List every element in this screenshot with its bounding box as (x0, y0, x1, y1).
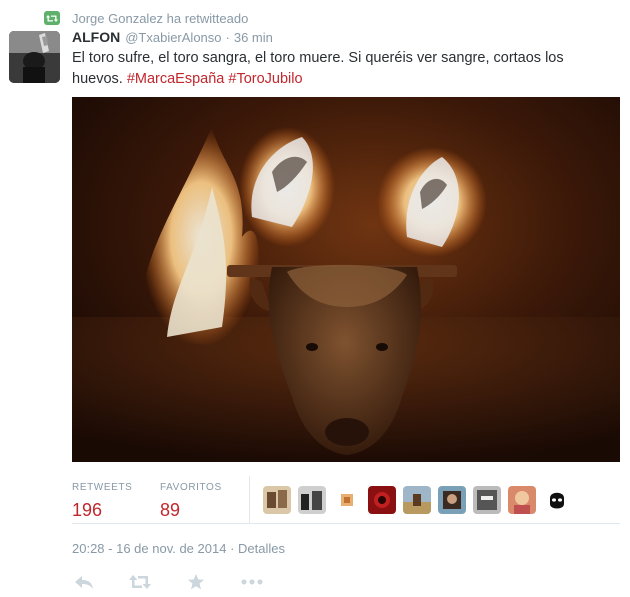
favorites-label: FAVORITOS (160, 482, 222, 493)
avatar[interactable] (263, 486, 291, 514)
retweet-icon[interactable] (128, 572, 152, 592)
author-avatar[interactable] (9, 31, 60, 83)
favoriters-avatars (263, 486, 571, 514)
avatar[interactable] (473, 486, 501, 514)
hashtag-link[interactable]: #ToroJubilo (228, 71, 302, 87)
tweet-stats: RETWEETS 196 FAVORITOS 89 (72, 476, 620, 524)
retweet-icon (44, 11, 60, 25)
retweets-count: 196 (72, 500, 103, 520)
retweets-label: RETWEETS (72, 482, 133, 493)
favorites-count: 89 (160, 500, 181, 520)
avatar[interactable] (403, 486, 431, 514)
retweet-context: Jorge Gonzalez ha retwitteado (44, 9, 248, 27)
details-link[interactable]: Detalles (238, 541, 285, 556)
header-separator: · (225, 30, 230, 45)
tweet-photo[interactable] (72, 97, 620, 462)
tweet-header: ALFON @TxabierAlonso · 36 min (72, 29, 273, 47)
avatar[interactable] (298, 486, 326, 514)
hashtag-link[interactable]: #MarcaEspaña (127, 71, 225, 87)
avatar[interactable] (333, 486, 361, 514)
tweet-timestamp: 20:28 - 16 de nov. de 2014 (72, 541, 227, 556)
more-icon[interactable] (240, 572, 264, 592)
retweet-context-text[interactable]: Jorge Gonzalez ha retwitteado (72, 11, 248, 26)
tweet-text: El toro sufre, el toro sangra, el toro m… (72, 48, 612, 90)
avatar[interactable] (508, 486, 536, 514)
retweets-stat[interactable]: RETWEETS 196 (72, 482, 132, 521)
author-handle[interactable]: @TxabierAlonso (125, 30, 221, 45)
avatar[interactable] (368, 486, 396, 514)
tweet-actions (72, 571, 296, 593)
author-name[interactable]: ALFON (72, 29, 120, 45)
tweet-time[interactable]: 36 min (234, 30, 273, 45)
reply-icon[interactable] (72, 572, 96, 592)
avatar[interactable] (438, 486, 466, 514)
favorite-icon[interactable] (184, 572, 208, 592)
tweet-meta: 20:28 - 16 de nov. de 2014 · Detalles (72, 541, 285, 556)
avatar[interactable] (543, 486, 571, 514)
stats-divider (249, 476, 250, 523)
favorites-stat[interactable]: FAVORITOS 89 (160, 482, 222, 521)
meta-separator: · (230, 541, 235, 556)
